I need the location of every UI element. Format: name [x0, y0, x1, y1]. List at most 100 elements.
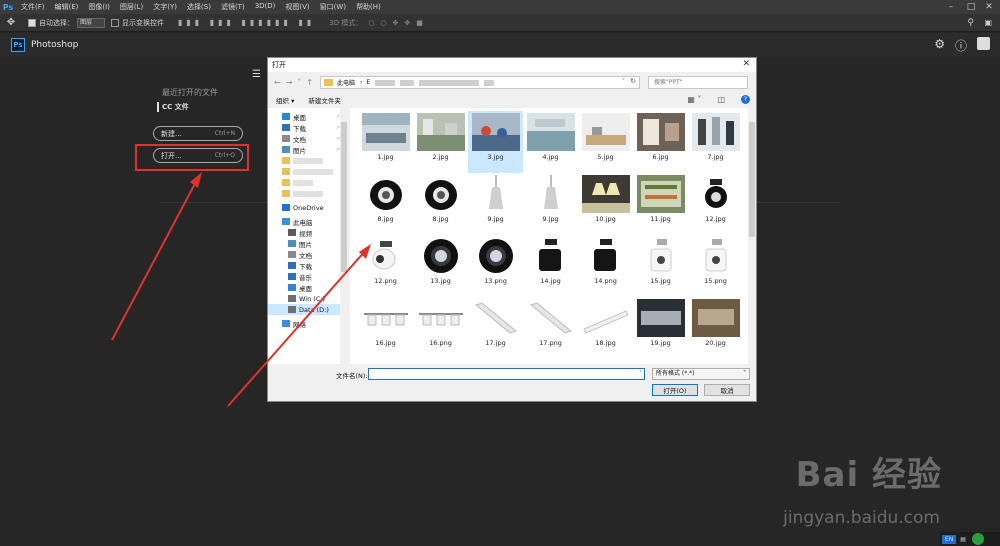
file-item[interactable]: 19.jpg [633, 297, 688, 359]
menu-item[interactable]: 文件(F) [16, 2, 50, 12]
address-bar[interactable]: 此电脑 › E ˅ ↻ [320, 76, 640, 89]
address-segment[interactable]: E [366, 79, 370, 86]
nav-item[interactable]: 文档 [268, 249, 348, 260]
menu-item[interactable]: 窗口(W) [315, 2, 351, 12]
menu-item[interactable]: 图层(L) [115, 2, 148, 12]
nav-item[interactable]: OneDrive [268, 202, 348, 213]
new-button[interactable]: 新建... Ctrl+N [153, 126, 243, 141]
dialog-close-icon[interactable]: ✕ [742, 59, 750, 69]
dialog-open-button[interactable]: 打开(O) [652, 384, 698, 396]
network-tray-icon[interactable]: ▤ [960, 536, 966, 543]
menu-item[interactable]: 3D(D) [250, 2, 281, 12]
file-item[interactable]: 2.jpg [413, 111, 468, 173]
nav-item[interactable] [268, 155, 348, 166]
workspace-icon[interactable]: ▣ [984, 18, 992, 27]
nav-item[interactable]: Data (D:) [268, 304, 348, 315]
file-item[interactable]: 8.jpg [413, 173, 468, 235]
help-icon[interactable]: ? [741, 95, 750, 104]
address-root[interactable]: 此电脑 [337, 78, 355, 87]
file-item[interactable]: 12.jpg [688, 173, 743, 235]
nav-item[interactable] [268, 166, 348, 177]
file-item[interactable]: 4.jpg [523, 111, 578, 173]
file-item[interactable]: 11.jpg [633, 173, 688, 235]
file-item[interactable]: 8.jpg [358, 173, 413, 235]
file-item[interactable]: 18.jpg [578, 297, 633, 359]
file-item[interactable]: 16.png [413, 297, 468, 359]
file-item[interactable]: 12.png [358, 235, 413, 297]
organize-button[interactable]: 组织 ▾ [276, 95, 294, 105]
maximize-icon[interactable]: □ [962, 0, 980, 14]
file-item[interactable]: 9.jpg [523, 173, 578, 235]
filename-input[interactable]: ˅ [368, 368, 645, 380]
nav-item[interactable]: 网络 [268, 318, 348, 329]
file-list-scrollbar[interactable] [748, 108, 756, 364]
file-item[interactable]: 14.jpg [523, 235, 578, 297]
search-input[interactable]: 搜索"PPT" [648, 76, 748, 89]
file-item[interactable]: 15.png [688, 235, 743, 297]
file-item[interactable]: 16.jpg [358, 297, 413, 359]
nav-item[interactable]: 音乐 [268, 271, 348, 282]
filetype-select[interactable]: 所有格式 (*.*) ˅ [652, 368, 750, 380]
3d-tool-icons[interactable]: ○○✥✥■ [368, 19, 429, 27]
hamburger-icon[interactable]: ☰ [252, 69, 261, 80]
file-item[interactable]: 5.jpg [578, 111, 633, 173]
file-item[interactable]: 15.jpg [633, 235, 688, 297]
language-indicator[interactable]: EN [942, 534, 957, 544]
preview-pane-icon[interactable]: ◫ [717, 95, 725, 104]
dialog-cancel-button[interactable]: 取消 [704, 384, 750, 396]
nav-item[interactable] [268, 177, 348, 188]
menu-item[interactable]: 编辑(E) [50, 2, 84, 12]
file-item[interactable]: 20.jpg [688, 297, 743, 359]
file-item[interactable]: 3.jpg [468, 111, 523, 173]
nav-item[interactable]: 下载 [268, 260, 348, 271]
nav-item[interactable]: 下载 ↗ [268, 122, 348, 133]
file-name: 15.png [704, 277, 727, 285]
nav-arrows-icon[interactable]: ←→˅↑ [274, 78, 318, 87]
menu-item[interactable]: 滤镜(T) [216, 2, 250, 12]
help-icon[interactable]: ⓘ [955, 37, 967, 54]
menu-item[interactable]: 文字(Y) [148, 2, 182, 12]
show-transform-checkbox[interactable] [111, 18, 119, 27]
chevron-down-icon[interactable]: ˅ [639, 370, 642, 377]
nav-item[interactable]: 桌面 ↗ [268, 111, 348, 122]
nav-item[interactable]: 图片 ↗ [268, 144, 348, 155]
auto-select-checkbox[interactable] [28, 18, 36, 27]
file-item[interactable]: 1.jpg [358, 111, 413, 173]
file-item[interactable]: 13.png [468, 235, 523, 297]
chevron-down-icon[interactable]: ˅ [622, 78, 625, 85]
nav-scrollbar[interactable] [340, 108, 348, 364]
align-icons[interactable]: ▮▮▮ ▮▮▮ ▮▮▮▮▮▮ ▮▮ [178, 18, 315, 27]
file-item[interactable]: 17.jpg [468, 297, 523, 359]
nav-item[interactable]: 文档 ↗ [268, 133, 348, 144]
file-item[interactable]: 13.jpg [413, 235, 468, 297]
tray-app-icon[interactable] [971, 533, 984, 545]
nav-item[interactable]: 视频 [268, 227, 348, 238]
search-icon[interactable]: ⚲ [967, 18, 974, 28]
move-tool-icon[interactable]: ✥ [0, 17, 22, 28]
nav-item[interactable]: 桌面 [268, 282, 348, 293]
new-folder-button[interactable]: 新建文件夹 [308, 95, 341, 105]
nav-item[interactable]: 此电脑 [268, 216, 348, 227]
file-name: 14.png [594, 277, 617, 285]
avatar[interactable] [977, 37, 990, 50]
refresh-icon[interactable]: ↻ [630, 77, 636, 85]
minimize-icon[interactable]: – [942, 0, 960, 14]
nav-item[interactable]: 图片 [268, 238, 348, 249]
file-item[interactable]: 17.png [523, 297, 578, 359]
menu-item[interactable]: 图像(I) [83, 2, 115, 12]
close-icon[interactable]: ✕ [980, 0, 998, 14]
nav-item[interactable] [268, 188, 348, 199]
file-item[interactable]: 6.jpg [633, 111, 688, 173]
menu-item[interactable]: 选择(S) [182, 2, 216, 12]
nav-item[interactable]: Win (C:) [268, 293, 348, 304]
gear-icon[interactable]: ⚙ [934, 37, 945, 54]
file-item[interactable]: 10.jpg [578, 173, 633, 235]
file-item[interactable]: 9.jpg [468, 173, 523, 235]
view-mode-icon[interactable]: ▦ ˅ [687, 95, 701, 104]
auto-select-dropdown[interactable]: 图层 [77, 17, 105, 28]
menu-item[interactable]: 帮助(H) [351, 2, 386, 12]
cc-files-link[interactable]: CC 文件 [157, 102, 189, 112]
file-item[interactable]: 14.png [578, 235, 633, 297]
file-item[interactable]: 7.jpg [688, 111, 743, 173]
menu-item[interactable]: 视图(V) [280, 2, 314, 12]
